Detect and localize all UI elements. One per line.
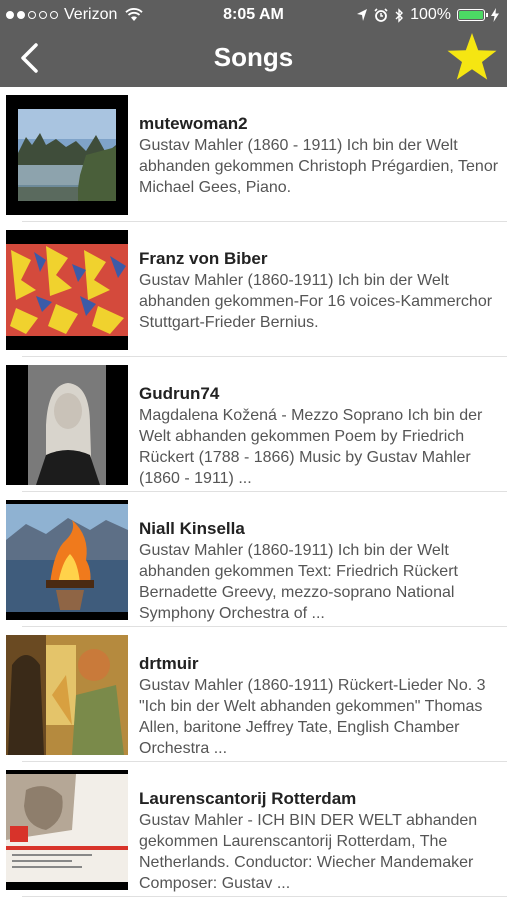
star-icon [447,33,497,80]
song-title: Laurenscantorij Rotterdam [139,789,357,808]
song-thumbnail [6,95,128,215]
song-title: mutewoman2 [139,114,248,133]
song-description: Gustav Mahler (1860-1911) Rückert-Lieder… [139,677,486,757]
song-row[interactable]: Franz von Biber Gustav Mahler (1860-1911… [0,222,507,357]
song-title: Franz von Biber [139,249,268,268]
song-thumbnail [6,365,128,485]
song-thumbnail [6,500,128,620]
alarm-clock-icon [374,8,388,22]
page-title: Songs [213,42,294,72]
song-title: Niall Kinsella [139,519,245,538]
song-title: drtmuir [139,654,199,673]
row-divider [22,896,507,897]
charging-icon [491,8,499,22]
location-arrow-icon [357,9,368,21]
status-bar: Verizon 8:05 AM 100% [0,0,507,30]
song-description: Magdalena Kožená - Mezzo Soprano Ich bin… [139,407,483,487]
song-row[interactable]: Gudrun74 Magdalena Kožená - Mezzo Sopran… [0,357,507,492]
song-thumbnail [6,635,128,755]
battery-icon [457,9,488,21]
song-title: Gudrun74 [139,384,220,403]
song-description: Gustav Mahler - ICH BIN DER WELT abhande… [139,812,478,892]
song-row[interactable]: mutewoman2 Gustav Mahler (1860 - 1911) I… [0,87,507,222]
song-description: Gustav Mahler (1860-1911) Ich bin der We… [139,272,493,331]
songs-list: mutewoman2 Gustav Mahler (1860 - 1911) I… [0,87,507,897]
song-thumbnail [6,230,128,350]
song-row[interactable]: drtmuir Gustav Mahler (1860-1911) Rücker… [0,627,507,762]
song-description: Gustav Mahler (1860-1911) Ich bin der We… [139,542,458,622]
song-description: Gustav Mahler (1860 - 1911) Ich bin der … [139,137,499,196]
song-row[interactable]: Niall Kinsella Gustav Mahler (1860-1911)… [0,492,507,627]
favorite-button[interactable] [445,30,499,84]
song-row[interactable]: Laurenscantorij Rotterdam Gustav Mahler … [0,762,507,897]
battery-percent: 100% [410,6,451,23]
bluetooth-icon [395,7,404,23]
song-thumbnail [6,770,128,890]
navigation-bar: Songs [0,30,507,87]
